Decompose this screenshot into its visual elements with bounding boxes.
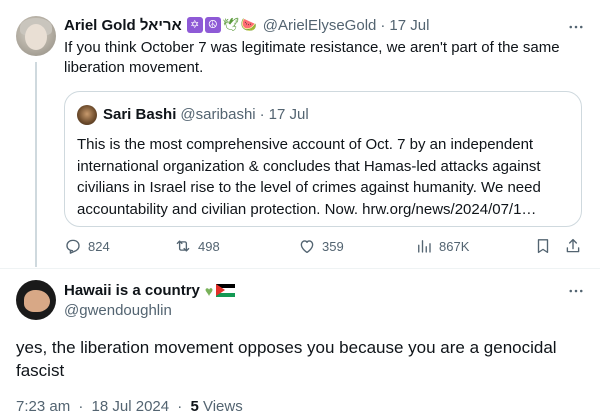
views-count: 867K	[439, 238, 470, 254]
author-name: Sari Bashi	[103, 106, 177, 123]
tweet-header: Ariel Gold אריאל ✡ ☮ 🕊 🍉 @ArielElyseGold…	[64, 15, 429, 35]
tweet-meta: 7:23 am · 18 Jul 2024 · 5 Views	[16, 398, 243, 415]
author-name[interactable]: Hawaii is a country	[64, 282, 200, 299]
share-button[interactable]	[564, 236, 588, 256]
more-icon[interactable]	[566, 281, 586, 301]
tweet-time[interactable]: 7:23 am	[16, 398, 70, 415]
avatar[interactable]	[16, 16, 56, 56]
separator: ·	[380, 16, 386, 34]
avatar-figure	[24, 290, 50, 312]
views-label: Views	[202, 398, 243, 415]
tweet-date[interactable]: 17 Jul	[389, 17, 429, 34]
avatar	[77, 105, 97, 125]
tweet-text: If you think October 7 was legitimate re…	[64, 39, 560, 76]
like-icon	[300, 240, 314, 254]
reply-button[interactable]: 824	[64, 236, 110, 256]
author-handle[interactable]: @gwendoughlin	[64, 302, 172, 319]
author-handle[interactable]: @ArielElyseGold	[263, 17, 377, 34]
quoted-tweet[interactable]: Sari Bashi @saribashi · 17 Jul This is t…	[64, 91, 582, 227]
views-count: 5	[190, 398, 199, 415]
quoted-tweet-header: Sari Bashi @saribashi · 17 Jul	[103, 106, 309, 123]
action-bar: 824 498 359 867K	[64, 236, 584, 256]
green-heart-icon: ♥	[204, 282, 214, 299]
author-name[interactable]: Ariel Gold אריאל	[64, 17, 182, 34]
repost-count: 498	[198, 238, 220, 254]
peace-emoji-icon: ☮	[204, 17, 221, 33]
divider	[0, 268, 600, 269]
more-icon[interactable]	[566, 17, 586, 37]
views-button[interactable]: 867K	[415, 236, 469, 256]
bookmark-button[interactable]	[534, 236, 558, 256]
tweet-date[interactable]: 18 Jul 2024	[92, 398, 170, 415]
dove-emoji-icon: 🕊	[222, 17, 240, 32]
tweet-date: 17 Jul	[268, 106, 309, 123]
bookmark-icon	[537, 239, 549, 254]
thread-line	[35, 62, 37, 267]
tweet-header: Hawaii is a country ♥	[64, 282, 236, 299]
repost-icon	[176, 240, 190, 252]
palestine-flag-icon	[216, 284, 236, 297]
avatar[interactable]	[16, 280, 56, 320]
avatar-face	[25, 24, 47, 50]
separator: ·	[78, 398, 84, 415]
author-handle: @saribashi	[180, 106, 256, 123]
reply-icon	[66, 239, 80, 254]
share-icon	[566, 238, 580, 253]
like-count: 359	[322, 238, 344, 254]
quoting-tweet[interactable]: Ariel Gold אריאל ✡ ☮ 🕊 🍉 @ArielElyseGold…	[0, 0, 600, 270]
like-button[interactable]: 359	[298, 236, 344, 256]
tweet-text: yes, the liberation movement opposes you…	[16, 338, 557, 380]
separator: ·	[177, 398, 183, 415]
views-icon	[418, 240, 431, 253]
quoted-tweet-text: This is the most comprehensive account o…	[77, 136, 541, 218]
reply-count: 824	[88, 238, 110, 254]
repost-button[interactable]: 498	[174, 236, 220, 256]
watermelon-emoji-icon: 🍉	[240, 17, 257, 32]
separator: ·	[259, 106, 265, 123]
star-of-david-emoji-icon: ✡	[186, 17, 203, 33]
